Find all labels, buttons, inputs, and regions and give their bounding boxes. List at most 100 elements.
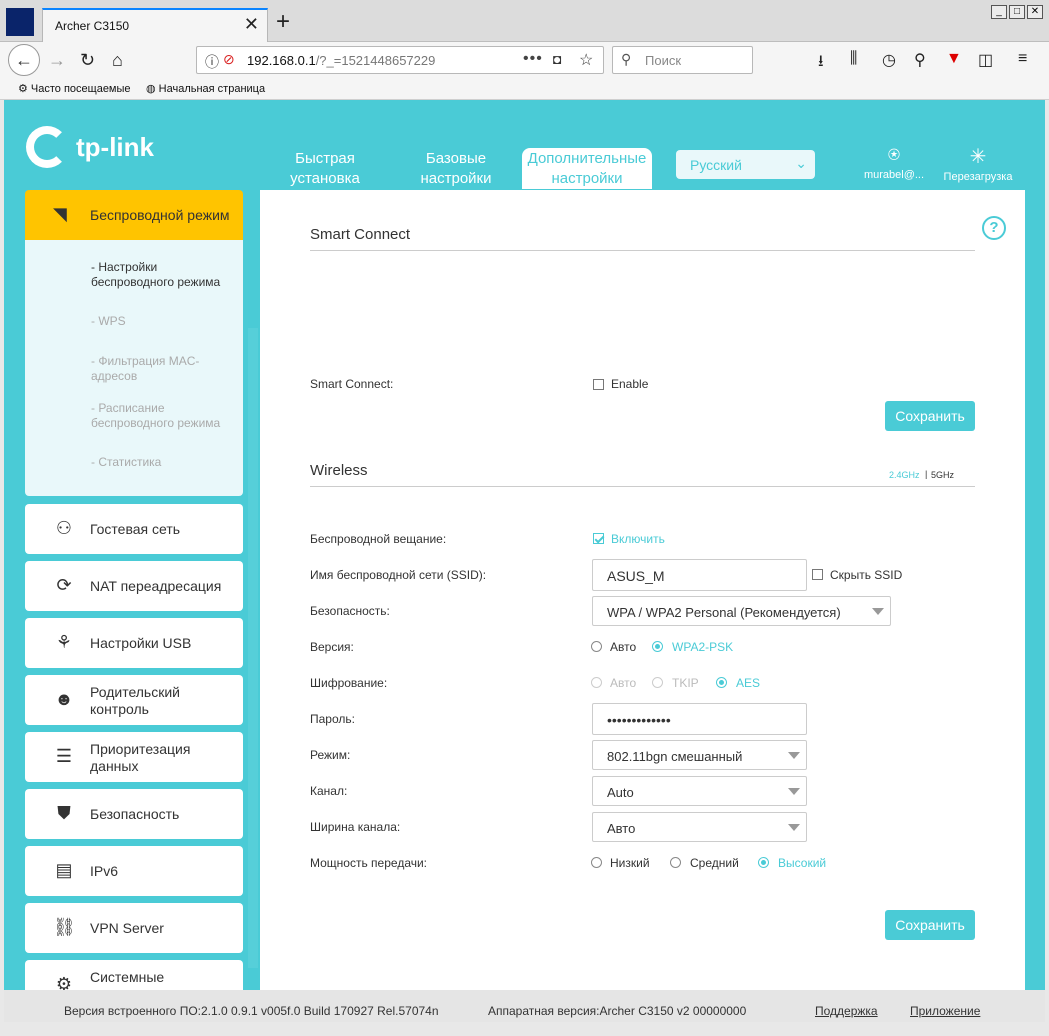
encryption-tkip-radio[interactable] bbox=[652, 677, 663, 688]
library-icon[interactable]: ⫼ bbox=[850, 50, 857, 68]
band-separator: | bbox=[925, 469, 928, 479]
shield-addon-icon[interactable]: ▼ bbox=[946, 50, 962, 68]
home-icon[interactable]: ⌂ bbox=[112, 50, 123, 70]
bookmark-home-label: Начальная страница bbox=[158, 83, 266, 95]
main-content: ? Smart Connect Smart Connect: Enable Со… bbox=[260, 190, 1025, 1022]
sidebar-item-security[interactable]: ⛊ Безопасность bbox=[25, 789, 243, 839]
language-value: Русский bbox=[690, 157, 742, 173]
menu-icon[interactable]: ≡ bbox=[1018, 50, 1027, 68]
bookmarks-toolbar: ⚙ Часто посещаемые ◍ Начальная страница bbox=[0, 78, 1049, 100]
browser-tab[interactable]: Archer C3150 ✕ bbox=[42, 8, 268, 42]
footer: Версия встроенного ПО:2.1.0 0.9.1 v005f.… bbox=[4, 990, 1045, 1022]
new-tab-button[interactable]: + bbox=[276, 8, 290, 36]
url-path: /?_=1521448657229 bbox=[315, 53, 436, 68]
submenu-schedule[interactable]: - Расписание беспроводного режима bbox=[91, 401, 241, 431]
url-bar[interactable]: ⓘ ⊘ 192.168.0.1/?_=1521448657229 ••• ◘ ☆ bbox=[196, 46, 604, 74]
insecure-lock-icon[interactable]: ⊘ bbox=[223, 51, 235, 68]
sidebar-item-qos[interactable]: ☰ Приоритезация данных bbox=[25, 732, 243, 782]
sidebar-item-parental[interactable]: ☻ Родительский контроль bbox=[25, 675, 243, 725]
reload-icon[interactable]: ↻ bbox=[80, 50, 95, 70]
user-button[interactable]: ⍟ murabel@... bbox=[862, 144, 926, 181]
bookmark-most-visited[interactable]: ⚙ Часто посещаемые bbox=[18, 82, 131, 95]
maximize-icon[interactable]: □ bbox=[1009, 5, 1025, 19]
submenu-wireless-settings[interactable]: - Настройки беспроводного режима bbox=[91, 260, 241, 290]
pocket-icon[interactable]: ◘ bbox=[553, 51, 561, 67]
bookmark-star-icon[interactable]: ☆ bbox=[579, 50, 593, 70]
sidebar-item-guest[interactable]: ⚇ Гостевая сеть bbox=[25, 504, 243, 554]
sidebar-item-label: Беспроводной режим bbox=[90, 207, 230, 223]
broadcast-checkbox[interactable] bbox=[593, 533, 604, 544]
link-icon: ⛓ bbox=[53, 917, 76, 937]
version-auto-radio[interactable] bbox=[591, 641, 602, 652]
sidebar-scrollbar[interactable] bbox=[248, 328, 258, 968]
power-low-radio[interactable] bbox=[591, 857, 602, 868]
mode-label: Режим: bbox=[310, 748, 351, 762]
ssid-input[interactable]: ASUS_M bbox=[592, 559, 807, 591]
back-arrow-icon[interactable]: ← bbox=[8, 44, 40, 76]
band-24ghz[interactable]: 2.4GHz bbox=[889, 470, 920, 480]
broadcast-enable-label: Включить bbox=[611, 532, 665, 546]
submenu-mac-filter[interactable]: - Фильтрация MAC-адресов bbox=[91, 354, 241, 384]
url-host: 192.168.0.1 bbox=[247, 53, 316, 68]
search-input[interactable]: ⚲ Поиск bbox=[612, 46, 753, 74]
help-icon[interactable]: ? bbox=[982, 216, 1006, 240]
download-icon[interactable]: ⭳ bbox=[818, 50, 824, 77]
parental-icon: ☻ bbox=[54, 689, 74, 709]
wifi-icon: ◥ bbox=[53, 204, 67, 224]
smart-connect-enable-label: Enable bbox=[611, 377, 649, 391]
history-icon[interactable]: ◷ bbox=[882, 50, 896, 70]
tab-title: Archer C3150 bbox=[55, 19, 130, 33]
wireless-submenu: - Настройки беспроводного режима - WPS -… bbox=[25, 240, 243, 496]
version-wpa2-radio[interactable] bbox=[652, 641, 663, 652]
tab-quick-setup[interactable]: Быстрая установка bbox=[260, 148, 390, 190]
smart-connect-checkbox[interactable] bbox=[593, 379, 604, 390]
save-button[interactable]: Сохранить bbox=[885, 910, 975, 940]
forward-arrow-icon[interactable]: → bbox=[48, 50, 66, 70]
mode-value: 802.11bgn смешанный bbox=[607, 749, 743, 764]
power-medium-radio[interactable] bbox=[670, 857, 681, 868]
url-text: 192.168.0.1/?_=1521448657229 bbox=[247, 53, 435, 68]
encryption-aes-radio[interactable] bbox=[716, 677, 727, 688]
tplink-logo-icon bbox=[26, 126, 68, 168]
sidebar-item-label: Приоритезация данных bbox=[90, 741, 191, 774]
app-link[interactable]: Приложение bbox=[910, 1004, 980, 1018]
info-icon[interactable]: ⓘ bbox=[205, 52, 219, 72]
encryption-auto-radio[interactable] bbox=[591, 677, 602, 688]
save-button[interactable]: Сохранить bbox=[885, 401, 975, 431]
mode-select[interactable]: 802.11bgn смешанный bbox=[592, 740, 807, 770]
close-tab-icon[interactable]: ✕ bbox=[244, 14, 259, 35]
smart-connect-label: Smart Connect: bbox=[310, 377, 394, 391]
chevron-down-icon bbox=[872, 608, 884, 615]
reboot-button[interactable]: ✳ Перезагрузка bbox=[942, 144, 1014, 183]
power-high-radio[interactable] bbox=[758, 857, 769, 868]
sidebar-item-label: IPv6 bbox=[90, 863, 119, 879]
close-window-icon[interactable]: ✕ bbox=[1027, 5, 1043, 19]
hide-ssid-checkbox[interactable] bbox=[812, 569, 823, 580]
submenu-wps[interactable]: - WPS bbox=[91, 314, 241, 329]
sidebar-item-wireless[interactable]: ◥ Беспроводной режим bbox=[25, 190, 243, 240]
submenu-statistics[interactable]: - Статистика bbox=[91, 455, 241, 470]
security-select[interactable]: WPA / WPA2 Personal (Рекомендуется) bbox=[592, 596, 891, 626]
tab-basic[interactable]: Базовые настройки bbox=[391, 148, 521, 190]
sidebar-toggle-icon[interactable]: ◫ bbox=[978, 50, 993, 70]
firmware-version: Версия встроенного ПО:2.1.0 0.9.1 v005f.… bbox=[64, 1004, 439, 1018]
zoom-icon[interactable]: ⚲ bbox=[914, 50, 926, 70]
page-actions-icon[interactable]: ••• bbox=[523, 50, 543, 68]
sidebar-item-vpn[interactable]: ⛓ VPN Server bbox=[25, 903, 243, 953]
channel-value: Auto bbox=[607, 785, 634, 800]
support-link[interactable]: Поддержка bbox=[815, 1004, 878, 1018]
bookmark-home[interactable]: ◍ Начальная страница bbox=[146, 82, 265, 95]
sidebar-item-ipv6[interactable]: ▤ IPv6 bbox=[25, 846, 243, 896]
width-select[interactable]: Авто bbox=[592, 812, 807, 842]
bookmark-most-visited-label: Часто посещаемые bbox=[30, 83, 131, 95]
width-label: Ширина канала: bbox=[310, 820, 401, 834]
band-5ghz[interactable]: 5GHz bbox=[931, 470, 954, 480]
language-select[interactable]: Русский ⌄ bbox=[676, 150, 815, 179]
sidebar-item-usb[interactable]: ⚘ Настройки USB bbox=[25, 618, 243, 668]
password-input[interactable]: ••••••••••••• bbox=[592, 703, 807, 735]
tab-advanced[interactable]: Дополнительные настройки bbox=[522, 148, 652, 189]
minimize-icon[interactable]: _ bbox=[991, 5, 1007, 19]
nat-icon: ⟳ bbox=[56, 575, 72, 595]
channel-select[interactable]: Auto bbox=[592, 776, 807, 806]
sidebar-item-nat[interactable]: ⟳ NAT переадресация bbox=[25, 561, 243, 611]
